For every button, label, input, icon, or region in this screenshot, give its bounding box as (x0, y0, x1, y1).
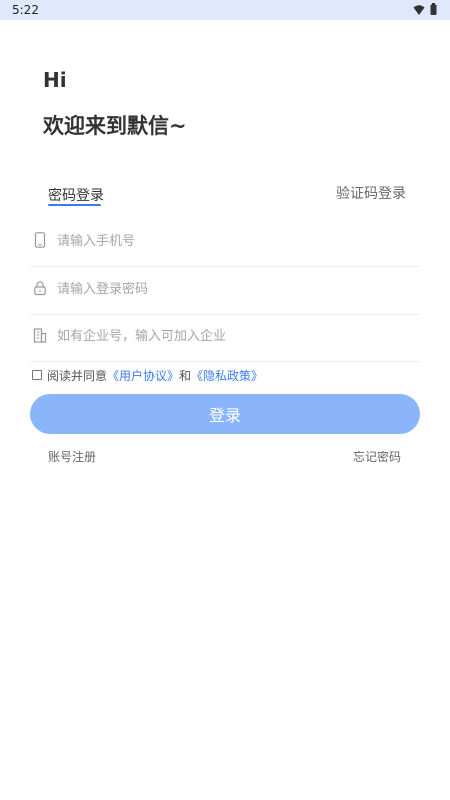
wifi-icon (413, 5, 425, 15)
greeting-welcome: 欢迎来到默信~ (43, 114, 187, 138)
password-field-row (30, 267, 420, 315)
password-input[interactable] (57, 277, 407, 301)
user-agreement-link[interactable]: 《用户协议》 (107, 367, 179, 384)
active-tab-indicator (48, 204, 101, 206)
login-button[interactable]: 登录 (30, 394, 420, 434)
phone-input[interactable] (57, 229, 407, 253)
agreement-checkbox[interactable] (32, 370, 42, 380)
agreement-prefix: 阅读并同意 (47, 368, 108, 383)
tab-password-login[interactable]: 密码登录 (48, 185, 104, 205)
greeting-hi: Hi (43, 68, 67, 92)
tab-code-login[interactable]: 验证码登录 (336, 183, 406, 203)
phone-field-row (30, 219, 420, 267)
lock-icon (34, 281, 46, 296)
forgot-password-link[interactable]: 忘记密码 (353, 448, 401, 465)
status-bar: 5:22 (0, 0, 450, 20)
building-icon (33, 328, 47, 343)
company-field-row (30, 314, 420, 362)
agreement-row: 阅读并同意 《用户协议》 和 《隐私政策》 (32, 367, 263, 383)
agreement-and: 和 (179, 368, 192, 383)
company-input[interactable] (57, 324, 407, 348)
battery-icon (430, 3, 437, 15)
register-link[interactable]: 账号注册 (48, 448, 96, 465)
status-time: 5:22 (12, 3, 39, 17)
privacy-policy-link[interactable]: 《隐私政策》 (191, 367, 263, 384)
phone-icon (34, 232, 46, 248)
